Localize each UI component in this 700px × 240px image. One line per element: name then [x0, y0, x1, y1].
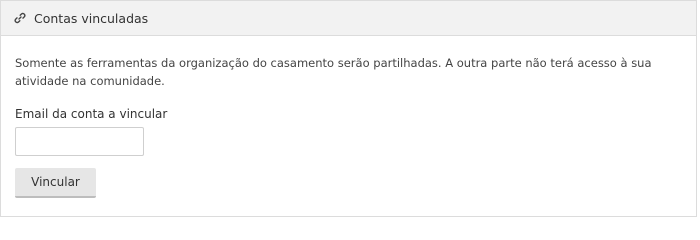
email-field[interactable] [15, 127, 144, 156]
panel-title: Contas vinculadas [34, 10, 149, 26]
panel-header: Contas vinculadas [1, 1, 696, 36]
link-account-button[interactable]: Vincular [15, 168, 96, 198]
link-icon [14, 12, 26, 24]
panel-body: Somente as ferramentas da organização do… [1, 36, 696, 198]
email-field-label: Email da conta a vincular [15, 107, 168, 121]
linked-accounts-panel: Contas vinculadas Somente as ferramentas… [0, 0, 697, 217]
panel-description: Somente as ferramentas da organização do… [15, 56, 652, 88]
